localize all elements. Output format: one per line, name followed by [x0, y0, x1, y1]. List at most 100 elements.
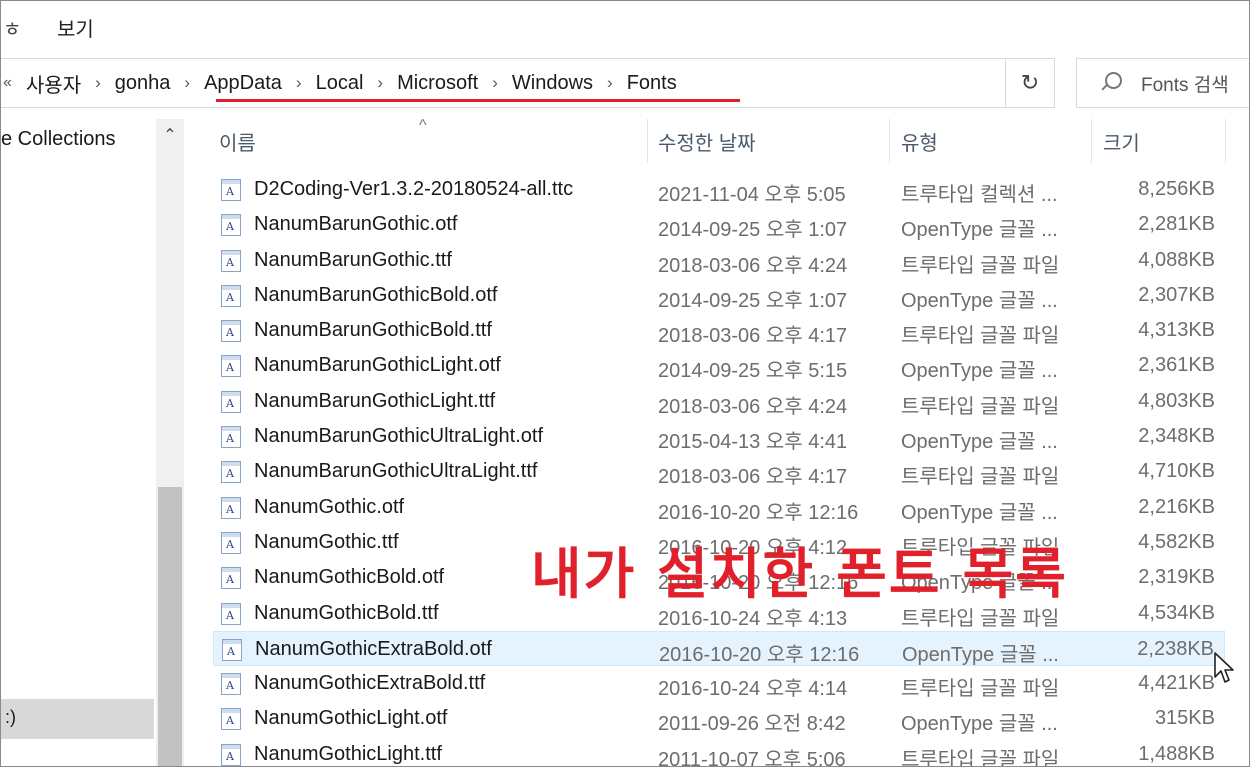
file-row[interactable]: A NanumBarunGothicUltraLight.otf 2015-04-1… — [213, 419, 1225, 454]
breadcrumb-overflow-icon[interactable]: « — [3, 74, 12, 92]
column-type[interactable]: 유형 — [901, 119, 938, 163]
column-date[interactable]: 수정한 날짜 — [658, 119, 756, 163]
font-file-icon: A — [221, 214, 241, 237]
font-file-icon: A — [221, 390, 241, 413]
file-date: 2016-10-20 오후 12:16 — [658, 501, 859, 524]
file-size: 2,238KB — [1137, 637, 1214, 660]
file-type: OpenType 글꼴 ... — [901, 360, 1058, 383]
file-name: NanumBarunGothicUltraLight.otf — [254, 425, 544, 448]
file-name: NanumBarunGothicBold.otf — [254, 283, 498, 306]
chevron-right-icon[interactable]: › — [178, 73, 196, 93]
breadcrumb-local[interactable]: Local — [308, 72, 372, 95]
file-row[interactable]: A NanumBarunGothicLight.otf 2014-09-25 오후 … — [213, 348, 1225, 383]
file-type: OpenType 글꼴 ... — [901, 431, 1058, 454]
column-divider[interactable] — [647, 119, 648, 163]
file-name: NanumBarunGothic.ttf — [254, 248, 452, 271]
file-size: 4,582KB — [1138, 530, 1215, 553]
refresh-icon: ↻ — [1020, 70, 1040, 95]
file-type: 트루타입 컬렉션 ... — [901, 184, 1058, 206]
file-size: 2,361KB — [1138, 354, 1215, 377]
file-date: 2011-10-07 오후 5:06 — [658, 748, 846, 767]
file-size: 2,319KB — [1138, 566, 1215, 589]
file-name: NanumBarunGothicUltraLight.ttf — [254, 460, 538, 483]
file-list: A D2Coding-Ver1.3.2-20180524-all.ttc 2021-… — [213, 172, 1225, 767]
breadcrumb-gonha[interactable]: gonha — [107, 72, 179, 95]
chevron-right-icon[interactable]: › — [371, 73, 389, 93]
file-name: NanumBarunGothicBold.ttf — [254, 319, 492, 342]
column-name[interactable]: 이름 — [219, 119, 256, 163]
file-row[interactable]: A NanumGothicLight.ttf 2011-10-07 오후 5:06 트… — [213, 737, 1225, 767]
search-input[interactable]: Fonts 검색 — [1141, 70, 1229, 97]
chevron-right-icon[interactable]: › — [290, 73, 308, 93]
file-row[interactable]: A NanumBarunGothicUltraLight.ttf 2018-03-0… — [213, 454, 1225, 489]
refresh-button[interactable]: ↻ — [1005, 58, 1055, 108]
column-divider[interactable] — [889, 119, 890, 163]
file-name: NanumGothicBold.otf — [254, 566, 445, 589]
file-name: NanumGothicExtraBold.otf — [255, 637, 492, 660]
font-file-icon: A — [221, 567, 241, 590]
annotation-text: 내가 설치한 폰트 목록 — [531, 542, 1068, 606]
file-row[interactable]: A NanumBarunGothicBold.ttf 2018-03-06 오후 4… — [213, 313, 1225, 348]
file-row[interactable]: A NanumBarunGothicBold.otf 2014-09-25 오후 1… — [213, 278, 1225, 313]
file-date: 2014-09-25 오후 1:07 — [658, 219, 848, 242]
file-size: 2,281KB — [1138, 213, 1215, 236]
breadcrumb-fonts[interactable]: Fonts — [619, 72, 685, 95]
file-size: 4,710KB — [1138, 460, 1215, 483]
file-row[interactable]: A NanumBarunGothic.ttf 2018-03-06 오후 4:24 트… — [213, 243, 1225, 278]
file-row[interactable]: A NanumBarunGothic.otf 2014-09-25 오후 1:07 O… — [213, 207, 1225, 242]
ribbon: ㅎ 보기 — [1, 1, 1249, 51]
column-size[interactable]: 크기 — [1103, 119, 1140, 163]
font-file-icon: A — [221, 673, 241, 696]
file-name: NanumBarunGothic.otf — [254, 213, 458, 236]
nav-item-collections[interactable]: e Collections — [1, 128, 116, 151]
file-row[interactable]: A NanumBarunGothicLight.ttf 2018-03-06 오후 … — [213, 384, 1225, 419]
file-date: 2016-10-20 오후 12:16 — [659, 643, 860, 666]
file-date: 2018-03-06 오후 4:17 — [658, 466, 848, 489]
font-file-icon: A — [221, 320, 241, 343]
file-date: 2016-10-24 오후 4:14 — [658, 678, 848, 701]
search-box[interactable]: Fonts 검색 — [1076, 58, 1249, 108]
font-file-icon: A — [221, 179, 241, 201]
column-divider[interactable] — [1225, 119, 1226, 163]
path-highlight-underline — [216, 99, 740, 102]
file-row[interactable]: A NanumGothicLight.otf 2011-09-26 오전 8:42 O… — [213, 701, 1225, 736]
scroll-up-icon[interactable]: ⌃ — [156, 119, 184, 151]
file-row[interactable]: A NanumGothic.otf 2016-10-20 오후 12:16 OpenT… — [213, 490, 1225, 525]
file-row[interactable]: A D2Coding-Ver1.3.2-20180524-all.ttc 2021-… — [213, 172, 1225, 207]
breadcrumb-users[interactable]: 사용자 — [18, 69, 89, 98]
file-name: D2Coding-Ver1.3.2-20180524-all.ttc — [254, 178, 574, 200]
ribbon-tab-partial[interactable]: ㅎ — [3, 13, 21, 42]
file-size: 2,348KB — [1138, 425, 1215, 448]
file-size: 1,488KB — [1138, 742, 1215, 765]
font-file-icon: A — [221, 426, 241, 449]
font-file-icon: A — [221, 461, 241, 484]
column-divider[interactable] — [1091, 119, 1092, 163]
file-explorer-window: ㅎ 보기 « 사용자 › gonha › AppData › Local › M… — [0, 0, 1250, 767]
file-row[interactable]: A NanumGothicExtraBold.ttf 2016-10-24 오후 4… — [213, 666, 1225, 701]
file-type: 트루타입 글꼴 파일 — [901, 678, 1060, 701]
file-date: 2018-03-06 오후 4:24 — [658, 254, 848, 277]
chevron-right-icon[interactable]: › — [601, 73, 619, 93]
breadcrumb-appdata[interactable]: AppData — [196, 72, 290, 95]
breadcrumb-windows[interactable]: Windows — [504, 72, 601, 95]
file-date: 2015-04-13 오후 4:41 — [658, 431, 848, 454]
font-file-icon: A — [221, 531, 241, 554]
chevron-right-icon[interactable]: › — [486, 73, 504, 93]
file-size: 315KB — [1154, 707, 1215, 730]
nav-scrollbar[interactable]: ⌃ — [156, 119, 184, 766]
tab-view[interactable]: 보기 — [57, 13, 94, 42]
column-header: 이름 수정한 날짜 유형 크기 — [201, 119, 1231, 163]
file-size: 4,313KB — [1138, 319, 1215, 342]
file-name: NanumGothic.otf — [254, 495, 405, 518]
file-type: 트루타입 글꼴 파일 — [901, 748, 1060, 767]
nav-item-drive[interactable]: :) — [1, 699, 154, 739]
font-file-icon: A — [222, 638, 242, 661]
file-date: 2014-09-25 오후 1:07 — [658, 289, 848, 312]
file-date: 2018-03-06 오후 4:24 — [658, 395, 848, 418]
chevron-right-icon[interactable]: › — [89, 73, 107, 93]
breadcrumb-microsoft[interactable]: Microsoft — [389, 72, 486, 95]
scrollbar-thumb[interactable] — [158, 487, 182, 766]
file-row[interactable]: A NanumGothicExtraBold.otf 2016-10-20 오후 1… — [213, 630, 1225, 667]
font-file-icon: A — [221, 355, 241, 378]
font-file-icon: A — [221, 602, 241, 625]
